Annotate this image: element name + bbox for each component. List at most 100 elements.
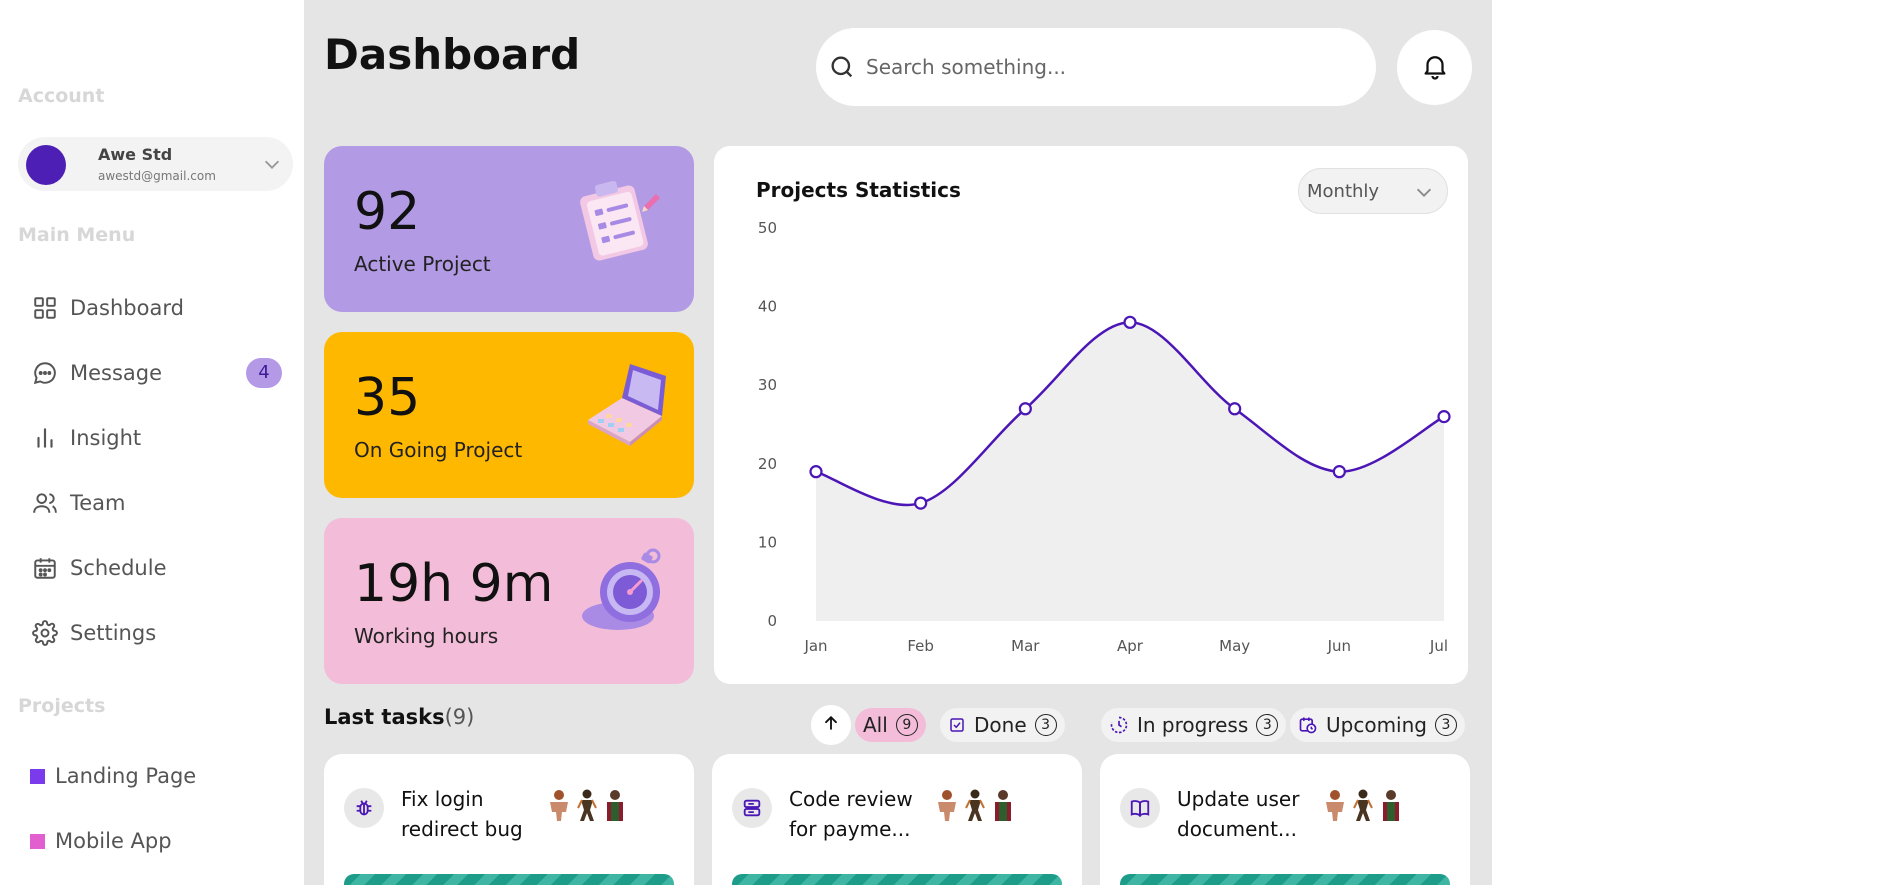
task-title: Fix login redirect bug [401,787,523,841]
chart-data-point [1437,410,1451,424]
avatar [600,788,630,822]
chart-data-point [1018,402,1032,416]
filter-label: All [863,713,888,737]
main-content: Dashboard 92 Active Project [304,0,1492,885]
chart-data-point [1228,402,1242,416]
chart-x-tick-label: Mar [1011,637,1040,655]
chart-x-tick-label: Apr [1117,637,1144,655]
chart-x-tick-label: May [1219,637,1250,655]
main-menu-label: Main Menu [18,224,136,246]
stat-card-active-project[interactable]: 92 Active Project [324,146,694,312]
task-progress-bar [1120,874,1450,885]
clock-progress-icon [1109,715,1129,735]
chevron-down-icon [1413,181,1435,207]
chat-icon [30,358,60,388]
stat-label: On Going Project [354,438,523,462]
task-assignees [932,788,1016,822]
task-card[interactable]: Fix login redirect bug [324,754,694,885]
task-card[interactable]: Update user document... [1100,754,1470,885]
notification-button[interactable] [1397,30,1472,105]
filter-label: Upcoming [1326,713,1427,737]
bug-icon [344,788,384,828]
laptop-icon [578,362,668,452]
search-input[interactable] [864,54,1344,80]
avatar [960,788,990,822]
filter-label: In progress [1137,713,1249,737]
period-select[interactable]: Monthly [1298,168,1448,214]
sort-button[interactable] [811,705,851,745]
avatar [988,788,1018,822]
avatar [1348,788,1378,822]
filter-label: Done [974,713,1027,737]
sidebar-item-settings[interactable]: Settings [30,611,285,655]
gear-icon [30,618,60,648]
sidebar-item-team[interactable]: Team [30,481,285,525]
projects-statistics-chart: 0 10 20 30 40 50 Jan Feb Mar Apr May Jun Jul [758,219,1451,655]
period-select-value: Monthly [1307,180,1380,202]
stopwatch-icon [578,548,668,638]
tasks-section-title: Last tasks(9) [324,705,474,729]
tasks-count: (9) [444,705,475,729]
bar-chart-icon [30,423,60,453]
project-color-swatch [30,833,45,849]
task-progress-bar [344,874,674,885]
avatar [1320,788,1350,822]
chart-data-point [1332,465,1346,479]
avatar [26,145,66,185]
clipboard-icon [578,176,668,266]
chart-title: Projects Statistics [756,178,961,202]
tasks-title: Last tasks [324,705,445,729]
sidebar-item-message[interactable]: Message 4 [30,351,285,395]
project-item-mobile-app[interactable]: Mobile App [30,821,172,861]
project-item-landing-page[interactable]: Landing Page [30,756,196,796]
stat-value: 92 [354,182,421,242]
chart-data-point [1123,315,1137,329]
chart-data-point [914,496,928,510]
search-bar[interactable] [816,28,1376,106]
chart-y-tick-label: 10 [758,533,777,551]
chart-data-point [809,465,823,479]
sidebar-item-dashboard[interactable]: Dashboard [30,286,285,330]
filter-count: 3 [1256,714,1279,736]
users-icon [30,488,60,518]
arrow-up-icon [821,713,841,737]
project-label: Mobile App [55,829,172,853]
calendar-clock-icon [1298,715,1318,735]
filter-in-progress[interactable]: In progress 3 [1101,708,1287,742]
chart-y-tick-label: 30 [758,376,777,394]
chart-y-tick-label: 50 [758,219,777,237]
avatar [1376,788,1406,822]
check-square-icon [948,716,966,734]
filter-upcoming[interactable]: Upcoming 3 [1290,708,1465,742]
search-icon[interactable] [826,51,858,83]
sidebar: Account Awe Std awestd@gmail.com Main Me… [0,0,304,885]
task-title: Code review for payme... [789,787,913,841]
sidebar-item-label: Insight [70,426,142,450]
chart-y-tick-label: 40 [758,298,777,316]
chevron-down-icon[interactable] [261,153,283,179]
filter-all[interactable]: All 9 [855,708,926,742]
chart-y-tick-label: 20 [758,455,777,473]
filter-count: 9 [895,714,918,736]
project-color-swatch [30,768,45,784]
task-card[interactable]: Code review for payme... [712,754,1082,885]
chart-y-tick-label: 0 [767,612,777,630]
task-progress-bar [732,874,1062,885]
bell-icon [1420,51,1450,85]
filter-done[interactable]: Done 3 [940,708,1065,742]
chart-x-tick-label: Jul [1429,637,1448,655]
stat-value: 35 [354,368,421,428]
avatar [572,788,602,822]
task-assignees [544,788,628,822]
filter-count: 3 [1434,714,1457,736]
sidebar-item-label: Team [70,491,126,515]
account-switcher[interactable]: Awe Std awestd@gmail.com [18,137,293,191]
projects-statistics-card: 0 10 20 30 40 50 Jan Feb Mar Apr May Jun Jul Project… [714,146,1468,684]
sidebar-item-insight[interactable]: Insight [30,416,285,460]
account-section-label: Account [18,85,105,107]
stat-card-ongoing-project[interactable]: 35 On Going Project [324,332,694,498]
stat-card-working-hours[interactable]: 19h 9m Working hours [324,518,694,684]
sidebar-item-label: Settings [70,621,157,645]
book-icon [1120,788,1160,828]
sidebar-item-schedule[interactable]: Schedule [30,546,285,590]
